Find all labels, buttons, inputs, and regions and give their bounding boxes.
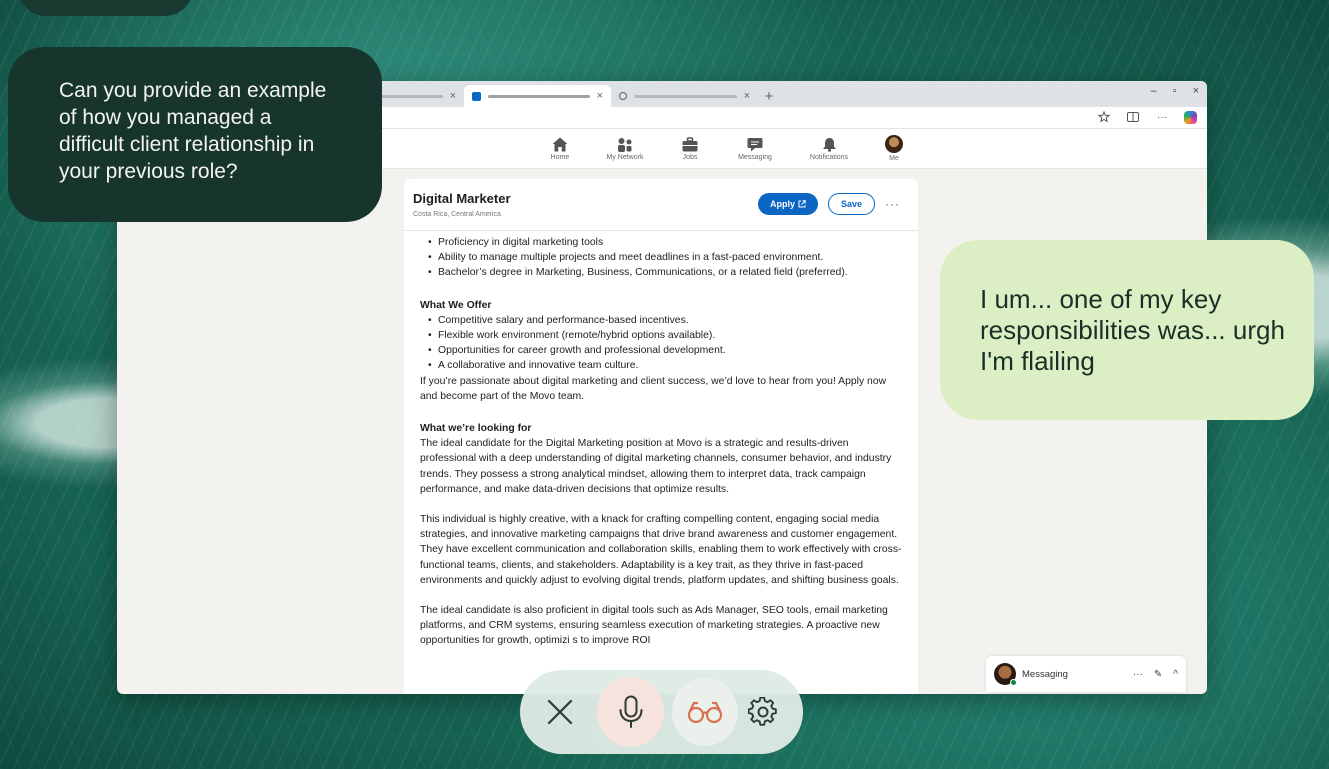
list-item: Bachelor’s degree in Marketing, Business… bbox=[428, 265, 902, 280]
nav-home[interactable]: Home bbox=[532, 129, 588, 168]
maximize-button[interactable]: ▫ bbox=[1173, 85, 1177, 97]
close-button[interactable] bbox=[538, 689, 583, 735]
more-options-icon[interactable]: ··· bbox=[885, 197, 900, 211]
nav-label: Home bbox=[550, 154, 570, 161]
browser-tab-3[interactable]: × bbox=[611, 85, 758, 107]
bell-icon bbox=[820, 136, 838, 152]
close-icon bbox=[548, 699, 573, 725]
network-icon bbox=[616, 136, 634, 152]
nav-jobs[interactable]: Jobs bbox=[662, 129, 718, 168]
linkedin-favicon-icon bbox=[472, 91, 481, 101]
job-card: Digital Marketer Costa Rica, Central Ame… bbox=[404, 179, 918, 694]
apply-button[interactable]: Apply bbox=[757, 193, 818, 215]
chevron-up-icon[interactable]: ^ bbox=[1173, 669, 1178, 680]
new-tab-button[interactable]: + bbox=[758, 85, 780, 107]
list-item: Proficiency in digital marketing tools bbox=[428, 235, 902, 250]
nav-label: Messaging bbox=[738, 154, 772, 161]
section-heading-offer: What We Offer bbox=[420, 299, 492, 311]
answer-text: I um... one of my key responsibilities w… bbox=[980, 284, 1285, 376]
nav-messaging[interactable]: Messaging bbox=[718, 129, 792, 168]
list-item: A collaborative and innovative team cult… bbox=[428, 358, 902, 373]
microphone-icon bbox=[619, 695, 643, 728]
tab-close-icon[interactable]: × bbox=[744, 90, 750, 102]
offers-list: Competitive salary and performance-based… bbox=[420, 313, 902, 374]
search-favicon-icon bbox=[619, 92, 627, 100]
split-screen-icon[interactable] bbox=[1126, 110, 1140, 124]
list-item: Ability to manage multiple projects and … bbox=[428, 250, 902, 265]
tab-close-icon[interactable]: × bbox=[450, 90, 456, 102]
nav-label: Me bbox=[889, 155, 899, 162]
section-heading-looking-for: What we’re looking for bbox=[420, 423, 532, 435]
messaging-label: Messaging bbox=[1022, 668, 1068, 680]
closing-paragraph: If you’re passionate about digital marke… bbox=[420, 375, 887, 402]
nav-me[interactable]: Me bbox=[866, 129, 922, 168]
messaging-actions: ··· ✎ ^ bbox=[1133, 669, 1178, 680]
job-actions: Apply Save ··· bbox=[757, 193, 900, 215]
glasses-button[interactable] bbox=[672, 678, 739, 746]
previous-chat-bubble bbox=[18, 0, 193, 16]
job-header: Digital Marketer Costa Rica, Central Ame… bbox=[404, 179, 918, 231]
address-bar-icons: ··· bbox=[1097, 110, 1197, 124]
description-paragraph: The ideal candidate for the Digital Mark… bbox=[420, 438, 892, 495]
messaging-overlay[interactable]: Messaging ··· ✎ ^ bbox=[986, 656, 1186, 692]
tab-title bbox=[488, 94, 590, 98]
window-close-button[interactable]: × bbox=[1193, 85, 1199, 97]
copilot-icon[interactable] bbox=[1184, 110, 1197, 124]
microphone-button[interactable] bbox=[596, 677, 665, 747]
compose-icon[interactable]: ✎ bbox=[1154, 669, 1162, 680]
browser-tab-2[interactable]: × bbox=[464, 85, 611, 107]
apply-label: Apply bbox=[769, 199, 795, 209]
window-controls: – ▫ × bbox=[1151, 85, 1199, 97]
nav-label: Jobs bbox=[682, 154, 698, 161]
settings-button[interactable] bbox=[740, 689, 785, 735]
list-item: Opportunities for career growth and prof… bbox=[428, 343, 902, 358]
save-button[interactable]: Save bbox=[827, 193, 875, 215]
tab-close-icon[interactable]: × bbox=[597, 90, 603, 102]
browser-menu-icon[interactable]: ··· bbox=[1155, 110, 1169, 124]
list-item: Competitive salary and performance-based… bbox=[428, 313, 902, 328]
avatar bbox=[885, 135, 903, 153]
gear-icon bbox=[747, 697, 777, 726]
home-icon bbox=[551, 136, 569, 152]
nav-notifications[interactable]: Notifications bbox=[792, 129, 866, 168]
external-link-icon bbox=[798, 200, 806, 208]
chat-icon bbox=[746, 136, 764, 152]
voice-control-bar bbox=[520, 670, 803, 754]
interviewer-question-bubble: Can you provide an example of how you ma… bbox=[8, 47, 382, 222]
nav-label: Notifications bbox=[809, 154, 849, 161]
job-description: Proficiency in digital marketing tools A… bbox=[404, 231, 918, 649]
briefcase-icon bbox=[681, 136, 699, 152]
user-answer-bubble: I um... one of my key responsibilities w… bbox=[940, 240, 1314, 420]
minimize-button[interactable]: – bbox=[1151, 85, 1157, 97]
avatar bbox=[994, 663, 1017, 686]
question-text: Can you provide an example of how you ma… bbox=[59, 79, 327, 183]
nav-my-network[interactable]: My Network bbox=[588, 129, 662, 168]
glasses-icon bbox=[688, 701, 723, 724]
description-paragraph: This individual is highly creative, with… bbox=[420, 514, 902, 586]
list-item: Flexible work environment (remote/hybrid… bbox=[428, 328, 902, 343]
favorites-star-icon[interactable] bbox=[1097, 110, 1111, 124]
description-paragraph: The ideal candidate is also proficient i… bbox=[420, 605, 888, 647]
more-options-icon[interactable]: ··· bbox=[1133, 669, 1143, 680]
tab-title bbox=[634, 94, 737, 98]
nav-label: My Network bbox=[606, 154, 644, 161]
requirements-list: Proficiency in digital marketing tools A… bbox=[420, 235, 902, 281]
online-status-dot bbox=[1010, 679, 1017, 686]
